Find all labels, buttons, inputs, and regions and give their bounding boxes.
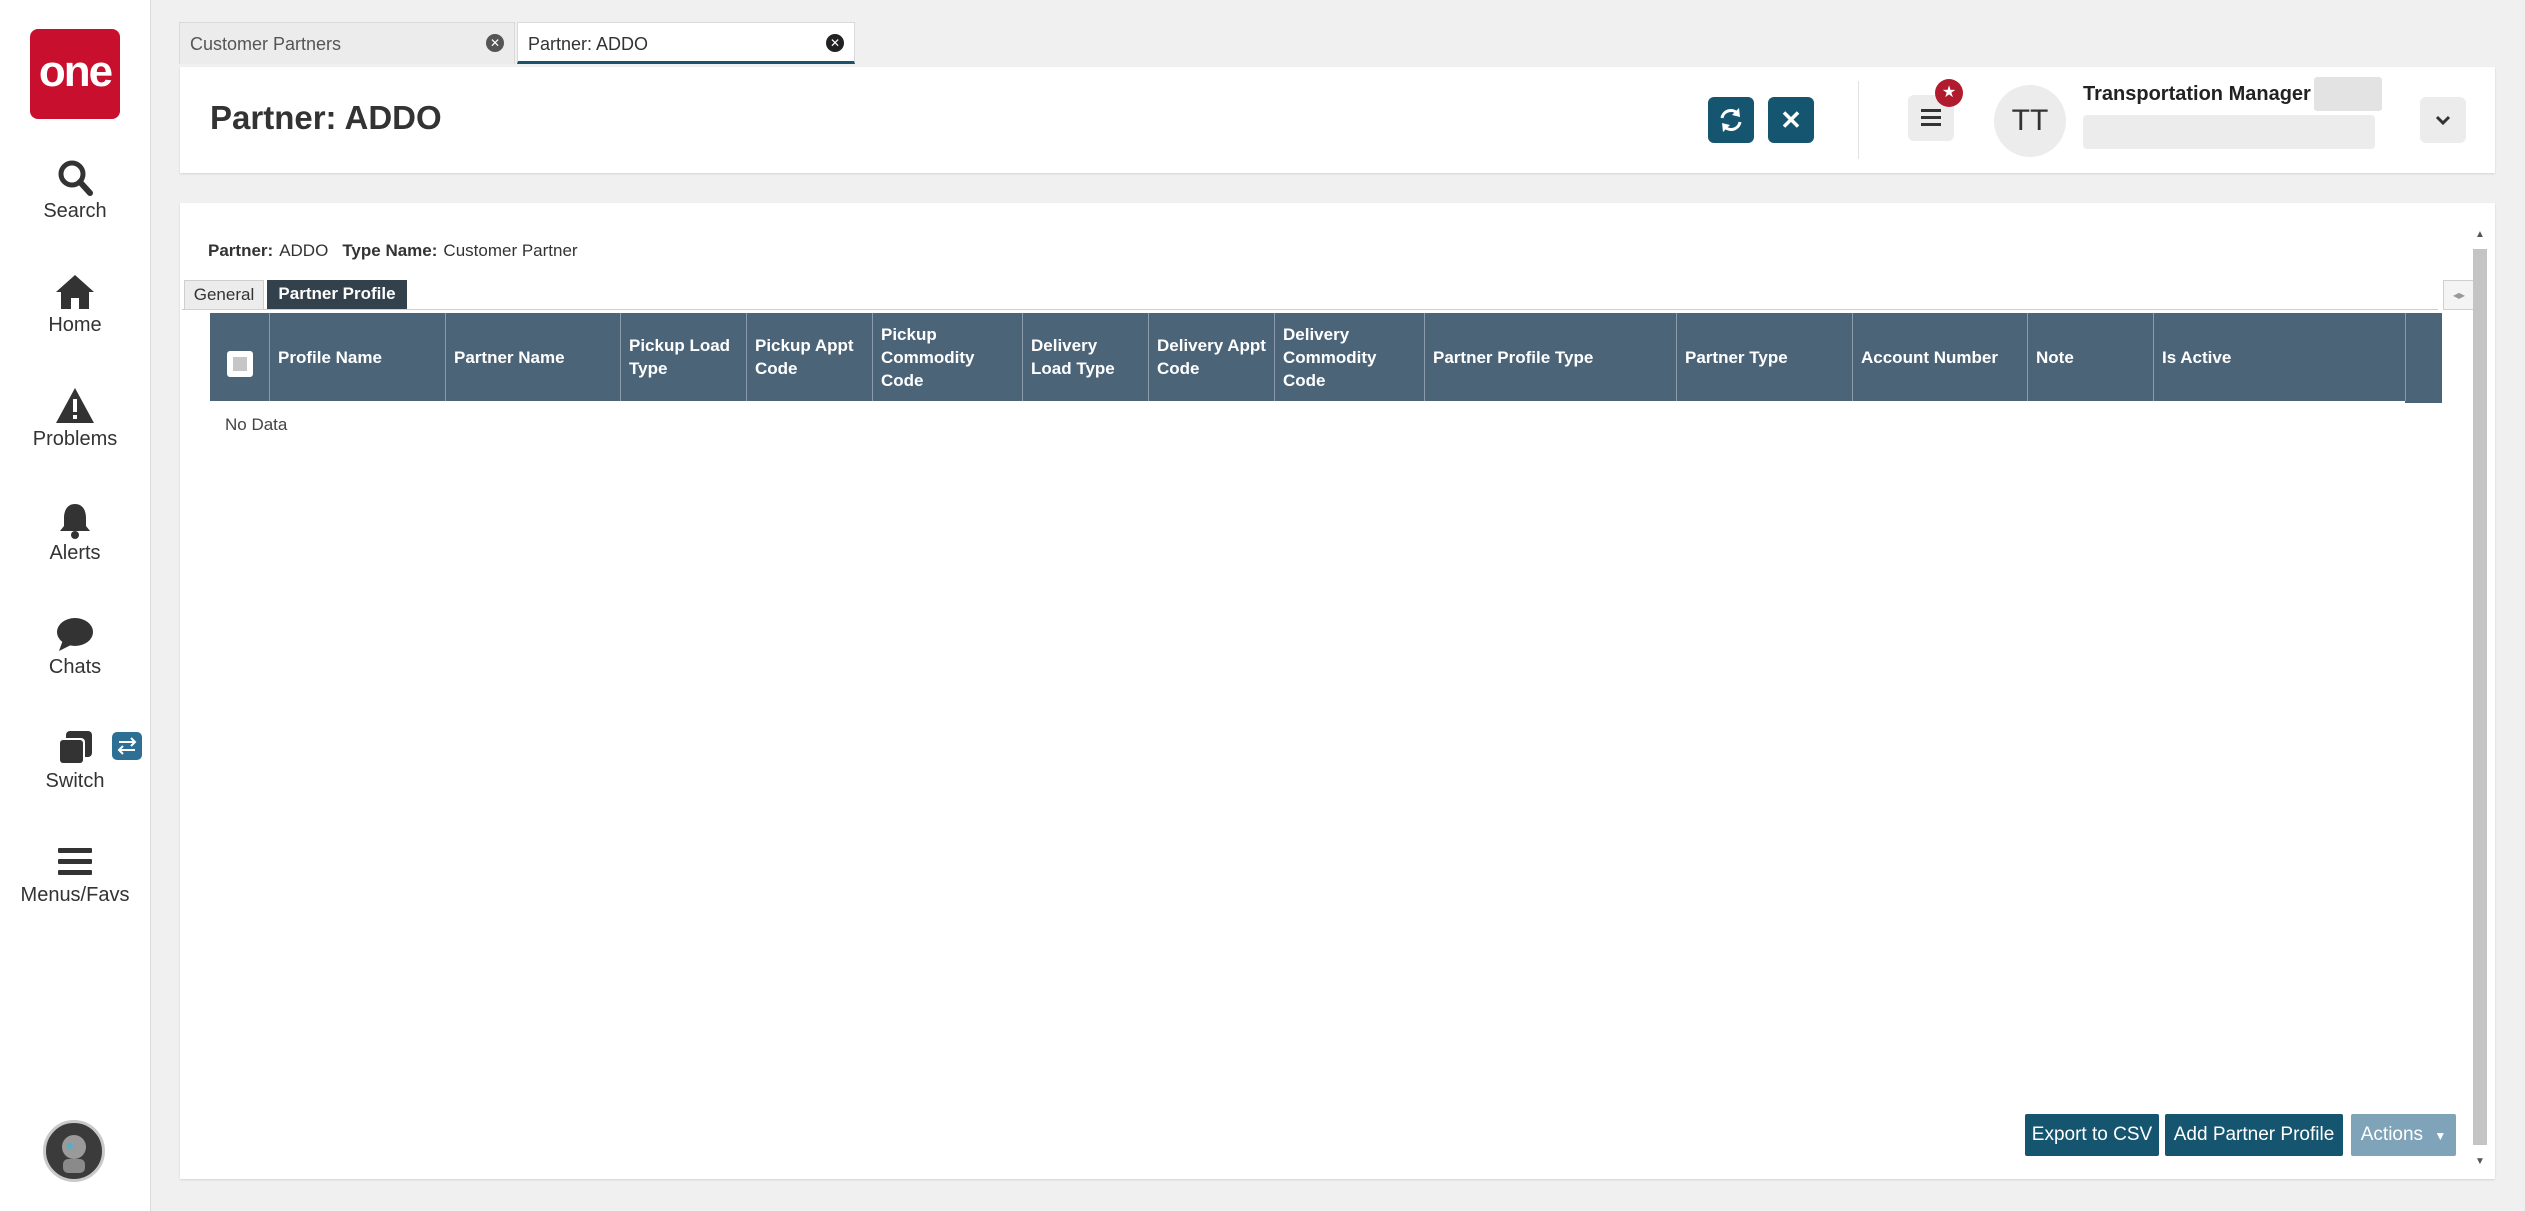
- caret-down-icon: ▼: [2434, 1129, 2447, 1143]
- actions-label: Actions: [2360, 1124, 2424, 1145]
- type-name-value: Customer Partner: [443, 241, 578, 260]
- select-all-column: [210, 313, 270, 401]
- column-header[interactable]: Account Number: [1853, 313, 2028, 401]
- refresh-icon: [1720, 108, 1742, 132]
- partner-label: Partner:: [208, 241, 274, 260]
- content-panel: Partner: ADDO Type Name: Customer Partner G…: [180, 203, 2495, 1179]
- column-header[interactable]: Profile Name: [270, 313, 446, 401]
- column-header[interactable]: Pickup Load Type: [621, 313, 747, 401]
- chevron-down-icon: [2435, 115, 2451, 126]
- redacted-user-name: [2083, 115, 2375, 149]
- column-header[interactable]: Partner Name: [446, 313, 621, 401]
- user-role: Transportation Manager: [2083, 83, 2311, 105]
- vertical-scrollbar[interactable]: ▲ ▼: [2471, 223, 2489, 1179]
- nav-menus-favs[interactable]: Menus/Favs: [0, 842, 150, 907]
- nav-label-search: Search: [43, 200, 107, 222]
- close-tab-icon[interactable]: ✕: [486, 34, 504, 52]
- subtab-partner-profile[interactable]: Partner Profile: [267, 280, 407, 310]
- add-partner-profile-button[interactable]: Add Partner Profile: [2165, 1114, 2343, 1156]
- column-header[interactable]: Pickup Appt Code: [747, 313, 873, 401]
- nav-label-switch: Switch: [45, 770, 105, 792]
- column-header[interactable]: Delivery Appt Code: [1149, 313, 1275, 401]
- scrollbar-thumb[interactable]: [2473, 249, 2487, 1145]
- one-logo[interactable]: one: [30, 29, 120, 119]
- redacted-text: [2314, 77, 2382, 111]
- nav-label-alerts: Alerts: [49, 542, 101, 564]
- page-header: Partner: ADDO ✕ ★ TT Transportation Mana…: [180, 67, 2495, 173]
- warning-icon: [56, 388, 94, 423]
- nav-alerts[interactable]: Alerts: [0, 500, 150, 565]
- export-to-csv-button[interactable]: Export to CSV: [2025, 1114, 2159, 1156]
- subtab-divider: [182, 309, 2438, 310]
- tab-label: Partner: ADDO: [528, 34, 649, 54]
- nav-search[interactable]: Search: [0, 158, 150, 223]
- column-header[interactable]: Delivery Commodity Code: [1275, 313, 1425, 401]
- nav-label-menus-favs: Menus/Favs: [20, 884, 130, 906]
- switch-roles-icon[interactable]: [112, 732, 142, 760]
- switch-icon: [58, 731, 92, 765]
- close-tab-icon[interactable]: ✕: [826, 34, 844, 52]
- grid-header-underline: [2405, 401, 2442, 403]
- column-header[interactable]: Is Active: [2154, 313, 2406, 401]
- chat-bubble-icon: [57, 618, 93, 651]
- nav-problems[interactable]: Problems: [0, 386, 150, 451]
- column-header[interactable]: Partner Type: [1677, 313, 1853, 401]
- home-icon: [56, 275, 94, 309]
- column-spacer: [2406, 313, 2442, 401]
- column-header[interactable]: Partner Profile Type: [1425, 313, 1677, 401]
- refresh-button[interactable]: [1708, 97, 1754, 143]
- left-navigation: one Search Home Problems Alerts Chats Sw…: [0, 0, 151, 1211]
- empty-grid-message: No Data: [225, 415, 288, 434]
- subtab-general[interactable]: General: [184, 280, 264, 310]
- nav-chats[interactable]: Chats: [0, 614, 150, 679]
- bell-icon: [60, 504, 90, 539]
- actions-button[interactable]: Actions ▼: [2351, 1114, 2456, 1156]
- scroll-down-arrow-icon[interactable]: ▼: [2473, 1156, 2487, 1167]
- type-name-label: Type Name:: [342, 241, 438, 260]
- hamburger-menu-icon: [58, 848, 92, 875]
- search-icon: [58, 160, 93, 196]
- user-initials-avatar[interactable]: TT: [1994, 85, 2066, 157]
- close-button[interactable]: ✕: [1768, 97, 1814, 143]
- user-dropdown-button[interactable]: [2420, 97, 2466, 143]
- close-icon: ✕: [1780, 105, 1802, 135]
- nav-home[interactable]: Home: [0, 272, 150, 337]
- nav-label-chats: Chats: [48, 656, 102, 678]
- nav-label-problems: Problems: [32, 428, 118, 450]
- header-divider: [1858, 81, 1859, 159]
- partner-profile-grid-header: Profile Name Partner Name Pickup Load Ty…: [210, 313, 2442, 401]
- nav-label-home: Home: [48, 314, 102, 336]
- favorites-star-badge-icon: ★: [1935, 79, 1963, 107]
- partner-summary: Partner: ADDO Type Name: Customer Partner: [208, 241, 578, 261]
- select-all-checkbox[interactable]: [226, 351, 253, 377]
- robot-avatar-icon: [62, 1135, 86, 1173]
- column-header[interactable]: Pickup Commodity Code: [873, 313, 1023, 401]
- column-header[interactable]: Note: [2028, 313, 2154, 401]
- tab-partner-addo[interactable]: Partner: ADDO ✕: [517, 22, 855, 64]
- scroll-up-arrow-icon[interactable]: ▲: [2473, 229, 2487, 240]
- column-header[interactable]: Delivery Load Type: [1023, 313, 1149, 401]
- tab-label: Customer Partners: [190, 34, 342, 54]
- user-profile-avatar[interactable]: [43, 1120, 105, 1182]
- partner-value: ADDO: [279, 241, 329, 260]
- tab-customer-partners[interactable]: Customer Partners ✕: [179, 22, 515, 64]
- page-title: Partner: ADDO: [210, 99, 442, 136]
